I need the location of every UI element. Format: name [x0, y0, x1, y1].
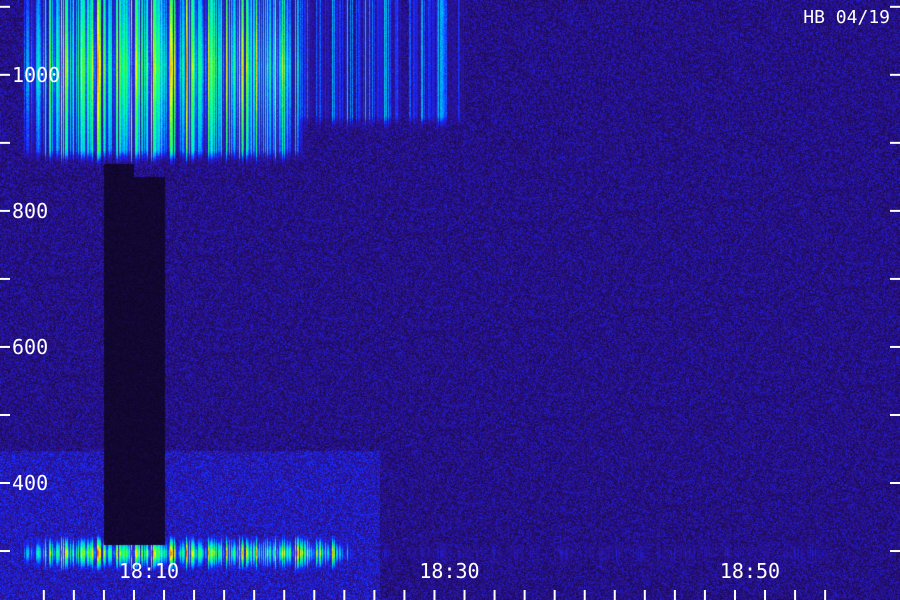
chart-overlay: 400 600 800 1000 18:10 18:30 18:50 HB 04/19 — [0, 5, 900, 600]
x-tick-label: 18:10 — [119, 559, 179, 583]
y-tick-label: 800 — [12, 199, 48, 223]
station-date-stamp: HB 04/19 — [803, 7, 890, 28]
y-tick-label: 600 — [12, 335, 48, 359]
x-tick-label: 18:50 — [720, 559, 780, 583]
y-tick-label: 400 — [12, 471, 48, 495]
x-axis-tick-labels: 18:10 18:30 18:50 — [119, 559, 780, 583]
x-tick-label: 18:30 — [419, 559, 479, 583]
y-tick-label: 1000 — [12, 63, 60, 87]
y-axis-ticks-left — [0, 5, 10, 553]
y-axis-ticks-right — [890, 5, 900, 553]
y-axis-tick-labels: 400 600 800 1000 — [12, 63, 60, 495]
x-axis-ticks — [42, 590, 827, 600]
